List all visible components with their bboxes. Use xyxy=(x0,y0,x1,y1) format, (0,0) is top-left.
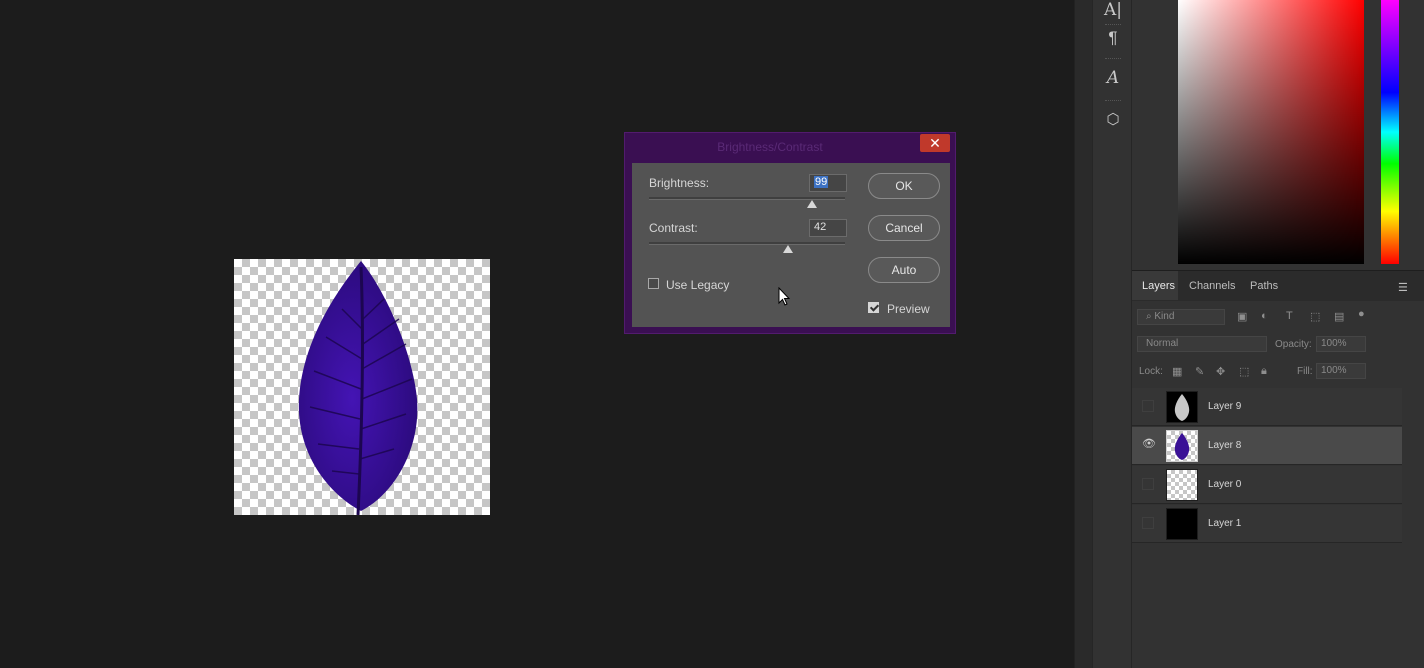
dialog-title: Brightness/Contrast xyxy=(717,140,823,154)
lock-artboard-icon[interactable]: ⬚ xyxy=(1239,365,1249,378)
layer-thumbnail xyxy=(1166,469,1198,501)
layer-thumbnail xyxy=(1166,430,1198,462)
layer-row[interactable]: Layer 9 xyxy=(1132,388,1402,426)
filter-smart-object-icon[interactable]: ▤ xyxy=(1334,310,1344,323)
brightness-contrast-dialog: Brightness/Contrast ✕ Brightness: 99 Con… xyxy=(624,132,956,334)
canvas-area[interactable] xyxy=(0,0,1074,668)
use-legacy-label[interactable]: Use Legacy xyxy=(666,278,729,292)
brightness-input[interactable]: 99 xyxy=(809,174,847,192)
layer-thumbnail xyxy=(1166,391,1198,423)
tab-layers[interactable]: Layers xyxy=(1142,280,1175,292)
filter-adjustment-icon[interactable]: ◐ xyxy=(1261,310,1268,322)
use-legacy-checkbox[interactable] xyxy=(648,278,659,289)
layer-thumbnail xyxy=(1166,508,1198,540)
layer-row[interactable]: 👁︎ Layer 8 xyxy=(1132,427,1402,465)
lock-label: Lock: xyxy=(1139,366,1163,377)
tab-channels[interactable]: Channels xyxy=(1189,280,1235,292)
paragraph-icon[interactable]: ¶ xyxy=(1093,28,1133,48)
visibility-toggle[interactable] xyxy=(1142,517,1154,529)
blend-mode-select[interactable]: Normal xyxy=(1137,336,1267,352)
brightness-slider-thumb[interactable] xyxy=(807,200,817,208)
layer-name: Layer 1 xyxy=(1208,518,1242,529)
mouse-cursor-icon xyxy=(778,287,790,306)
layer-name: Layer 0 xyxy=(1208,479,1242,490)
contrast-slider-thumb[interactable] xyxy=(783,245,793,253)
close-button[interactable]: ✕ xyxy=(920,134,950,152)
dialog-titlebar[interactable]: Brightness/Contrast ✕ xyxy=(625,133,955,161)
contrast-input[interactable]: 42 xyxy=(809,219,847,237)
filter-shape-icon[interactable]: ⬚ xyxy=(1310,310,1320,323)
glyphs-icon[interactable]: A xyxy=(1093,68,1133,88)
filter-type-icon[interactable]: T xyxy=(1286,310,1293,322)
panel-menu-icon[interactable]: ☰ xyxy=(1398,281,1408,294)
lock-pixels-icon[interactable]: ✎ xyxy=(1195,365,1204,378)
opacity-label: Opacity: xyxy=(1275,339,1312,350)
visibility-toggle[interactable] xyxy=(1142,400,1154,412)
leaf-image xyxy=(298,261,418,515)
auto-button[interactable]: Auto xyxy=(868,257,940,283)
lock-transparent-icon[interactable]: ▦ xyxy=(1172,365,1182,378)
brightness-label: Brightness: xyxy=(649,176,710,190)
filter-toggle-icon[interactable]: ● xyxy=(1358,308,1365,320)
fill-label: Fill: xyxy=(1297,366,1313,377)
color-picker-field[interactable] xyxy=(1178,0,1364,264)
document-canvas[interactable] xyxy=(234,259,490,515)
ok-button[interactable]: OK xyxy=(868,173,940,199)
panel-dock-strip xyxy=(1074,0,1093,668)
panel-icon-column: A| ¶ A ⬡ xyxy=(1092,0,1132,668)
cancel-button[interactable]: Cancel xyxy=(868,215,940,241)
opacity-input[interactable]: 100% xyxy=(1316,336,1366,352)
layer-row[interactable]: Layer 0 xyxy=(1132,466,1402,504)
layer-name: Layer 8 xyxy=(1208,440,1242,451)
preview-checkbox[interactable] xyxy=(868,302,879,313)
character-icon[interactable]: A| xyxy=(1093,0,1133,20)
eye-icon[interactable]: 👁︎ xyxy=(1142,439,1156,451)
tab-paths[interactable]: Paths xyxy=(1250,280,1278,292)
dialog-body: Brightness: 99 Contrast: 42 Use Legacy O… xyxy=(632,163,950,327)
contrast-slider[interactable] xyxy=(649,242,845,245)
layer-filter-kind[interactable]: ⌕ Kind xyxy=(1137,309,1225,325)
fill-input[interactable]: 100% xyxy=(1316,363,1366,379)
filter-pixel-icon[interactable]: ▣ xyxy=(1237,310,1247,323)
3d-cube-icon[interactable]: ⬡ xyxy=(1093,110,1133,128)
hue-slider[interactable] xyxy=(1381,0,1399,264)
layer-name: Layer 9 xyxy=(1208,401,1242,412)
lock-position-icon[interactable]: ✥ xyxy=(1216,365,1225,378)
contrast-label: Contrast: xyxy=(649,221,698,235)
layer-row[interactable]: Layer 1 xyxy=(1132,505,1402,543)
lock-all-icon[interactable]: 🔒︎ xyxy=(1261,365,1267,378)
preview-label[interactable]: Preview xyxy=(887,302,930,316)
visibility-toggle[interactable] xyxy=(1142,478,1154,490)
